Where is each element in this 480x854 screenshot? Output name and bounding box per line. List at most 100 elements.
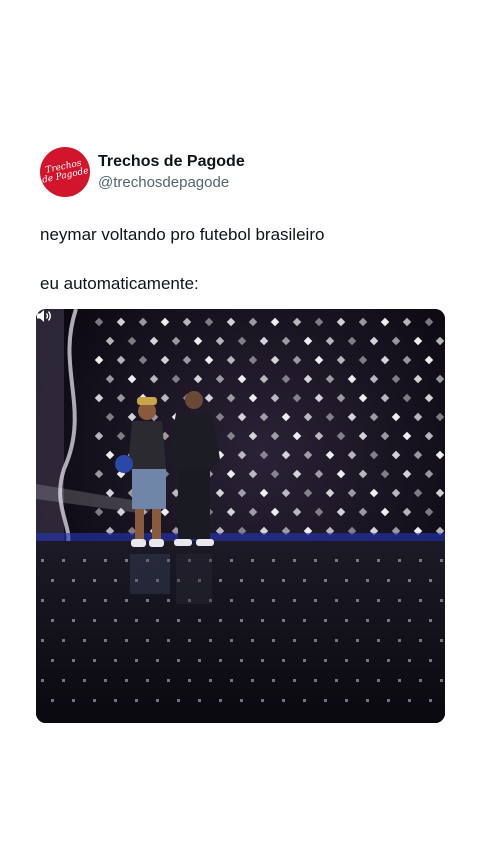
floor-dot	[146, 639, 149, 642]
floor-dot	[345, 619, 348, 622]
floor-dot	[324, 699, 327, 702]
floor-dot	[356, 559, 359, 562]
floor-dot	[104, 599, 107, 602]
video-player[interactable]	[36, 309, 445, 723]
floor-dot	[408, 579, 411, 582]
floor-dot	[377, 679, 380, 682]
floor-dot	[83, 559, 86, 562]
floor-dot	[314, 679, 317, 682]
floor-dot	[167, 639, 170, 642]
floor-dot	[93, 699, 96, 702]
floor-dot	[125, 679, 128, 682]
floor-dot	[219, 699, 222, 702]
floor-dot	[356, 639, 359, 642]
floor-dot	[114, 579, 117, 582]
floor-dot	[293, 679, 296, 682]
avatar[interactable]: Trechos de Pagode	[40, 147, 90, 197]
floor-dot	[261, 619, 264, 622]
floor-dot	[125, 639, 128, 642]
floor-dot	[387, 699, 390, 702]
floor-reflection	[176, 554, 212, 604]
floor-dot	[156, 619, 159, 622]
floor-dot	[303, 659, 306, 662]
floor-dot	[335, 599, 338, 602]
floor-dot	[429, 619, 432, 622]
floor-dot	[282, 659, 285, 662]
floor-dot	[282, 699, 285, 702]
floor-dot	[398, 559, 401, 562]
floor-dot	[72, 579, 75, 582]
floor-dot	[72, 659, 75, 662]
floor-dot	[408, 619, 411, 622]
floor-dot	[345, 579, 348, 582]
floor-dot	[41, 599, 44, 602]
floor-dot	[114, 699, 117, 702]
floor-dot	[51, 619, 54, 622]
floor-dot	[398, 599, 401, 602]
floor-dot	[293, 599, 296, 602]
floor-reflection	[130, 554, 170, 594]
tweet-text-line-2: eu automaticamente:	[40, 274, 199, 293]
floor-dot	[377, 599, 380, 602]
floor-dot	[156, 659, 159, 662]
floor-dot	[104, 639, 107, 642]
floor-dot	[303, 699, 306, 702]
floor-dot	[408, 699, 411, 702]
floor-dot	[272, 559, 275, 562]
floor-dot	[356, 679, 359, 682]
floor-dot	[387, 579, 390, 582]
floor-dot	[177, 699, 180, 702]
floor-dot	[62, 639, 65, 642]
floor-dot	[335, 679, 338, 682]
floor-dot	[135, 619, 138, 622]
floor-dot	[93, 619, 96, 622]
floor-dot	[146, 599, 149, 602]
floor-dot	[261, 699, 264, 702]
floor-dot	[41, 639, 44, 642]
floor-dot	[209, 679, 212, 682]
floor-dot	[167, 599, 170, 602]
floor-dot	[125, 559, 128, 562]
video-frame	[36, 309, 445, 723]
display-name[interactable]: Trechos de Pagode	[98, 152, 245, 172]
floor-dot	[114, 659, 117, 662]
floor-dot	[419, 599, 422, 602]
floor-dot	[387, 659, 390, 662]
floor-dot	[146, 679, 149, 682]
floor-dot	[177, 659, 180, 662]
floor-dot	[251, 639, 254, 642]
stage-edge-light	[36, 533, 445, 541]
floor-dot	[219, 579, 222, 582]
floor-dot	[198, 699, 201, 702]
floor-dot	[324, 619, 327, 622]
floor-dot	[282, 579, 285, 582]
floor-dot	[251, 679, 254, 682]
floor-dot	[230, 599, 233, 602]
floor-dot	[72, 619, 75, 622]
floor-dot	[72, 699, 75, 702]
floor-dot	[440, 639, 443, 642]
floor-dot	[198, 659, 201, 662]
speaker-icon[interactable]	[36, 309, 52, 323]
author-info: Trechos de Pagode @trechosdepagode	[98, 152, 245, 192]
stage-floor	[36, 541, 445, 723]
floor-dot	[251, 599, 254, 602]
floor-dot	[209, 639, 212, 642]
floor-dot	[419, 559, 422, 562]
tweet-card: Trechos de Pagode Trechos de Pagode @tre…	[0, 0, 480, 854]
floor-dot	[261, 659, 264, 662]
floor-dot	[261, 579, 264, 582]
floor-dot	[240, 699, 243, 702]
floor-dot	[429, 579, 432, 582]
user-handle[interactable]: @trechosdepagode	[98, 173, 245, 192]
floor-dot	[51, 659, 54, 662]
floor-dot	[366, 579, 369, 582]
floor-dot	[177, 619, 180, 622]
floor-dot	[272, 639, 275, 642]
tweet-text-line-1: neymar voltando pro futebol brasileiro	[40, 225, 325, 244]
floor-dot	[324, 659, 327, 662]
floor-dot	[62, 599, 65, 602]
floor-dot	[293, 559, 296, 562]
floor-dot	[83, 679, 86, 682]
floor-dot	[419, 639, 422, 642]
